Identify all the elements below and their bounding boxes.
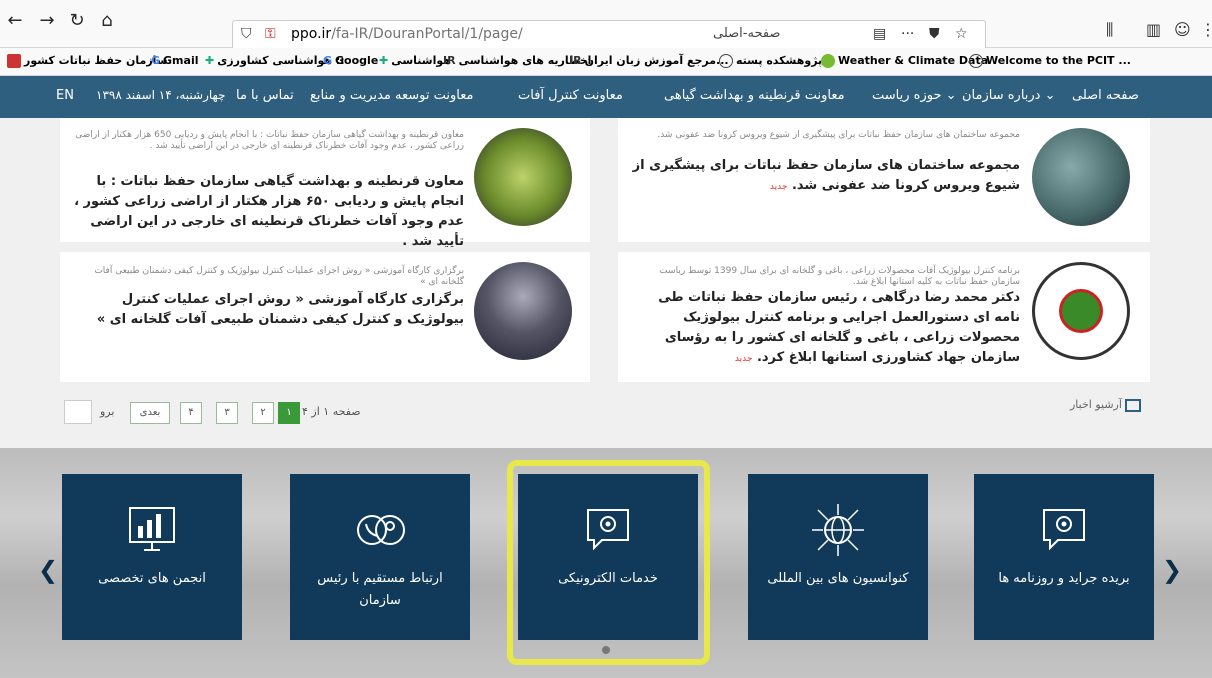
bookmark-star-icon[interactable]: ☆ [955,26,968,42]
news-summary: برنامه کنترل بیولوژیک آفات محصولات زراعی… [659,266,1020,287]
nav-home[interactable]: صفحه اصلی [1072,88,1139,103]
back-arrow-icon[interactable]: ← [2,8,28,34]
bookmark-pistachio[interactable]: پژوهشکده پسته [716,54,822,68]
service-tile-direct-contact[interactable]: ارتباط مستقیم با رئیس سازمان [290,474,470,640]
news-summary: برگزاری کارگاه آموزشی « روش اجرای عملیات… [94,266,464,287]
page-1-button[interactable]: ۱ [278,402,300,424]
home-icon[interactable]: ⌂ [94,8,120,34]
ir-icon: IR [569,54,582,67]
url-text[interactable]: ppo.ir/fa-IR/DouranPortal/1/page/ [291,26,523,42]
news-headline[interactable]: دکتر محمد رضا درگاهی ، رئیس سازمان حفظ ن… [630,288,1020,369]
archive-icon [1125,398,1142,412]
account-icon[interactable]: ☺ [1174,20,1191,39]
current-date: چهارشنبه، ۱۴ اسفند ۱۳۹۸ [96,88,226,102]
news-thumbnail[interactable] [474,128,572,226]
reader-view-icon[interactable]: ▤ [873,26,886,42]
nav-pest-control[interactable]: معاونت کنترل آفات [518,88,623,103]
service-tile-international-conventions[interactable]: کنوانسیون های بین المللی [748,474,928,640]
google-icon: G [151,54,161,67]
menu-icon[interactable]: ⋮ [1200,20,1212,39]
news-summary: معاون قرنطینه و بهداشت گیاهی سازمان حفظ … [75,130,464,151]
news-gear-icon [1043,509,1085,551]
tile-label: انجمن های تخصصی [98,571,206,586]
tile-label: ارتباط مستقیم با رئیس سازمان [317,571,443,608]
news-card[interactable]: برنامه کنترل بیولوژیک آفات محصولات زراعی… [618,252,1150,382]
pocket-icon[interactable]: ⛊ [929,26,940,42]
ir-icon: IR [443,54,456,67]
news-summary: مجموعه ساختمان های سازمان حفظ نباتات برا… [657,130,1020,140]
google-icon: G [323,54,333,67]
news-thumbnail[interactable] [1032,128,1130,226]
carousel-indicator-dot[interactable] [602,646,610,654]
news-section: مجموعه ساختمان های سازمان حفظ نباتات برا… [0,118,1212,448]
bookmark-ppo[interactable]: سازمان حفظ نباتات کشور [4,54,168,68]
tile-label: بریده جراید و روزنامه ها [998,571,1130,586]
lang-switch-en[interactable]: EN [56,88,74,103]
bookmarks-toolbar: سازمان حفظ نباتات کشور G Gmail ✚ هواشناسی … [0,48,1212,76]
page-number-input[interactable] [64,400,92,424]
news-card[interactable]: مجموعه ساختمان های سازمان حفظ نباتات برا… [618,118,1150,242]
next-page-button[interactable]: بعدی [130,402,170,424]
news-card[interactable]: برگزاری کارگاه آموزشی « روش اجرای عملیات… [60,252,590,382]
ppo-logo-thumbnail[interactable] [1032,262,1130,360]
shield-icon[interactable]: ⛉ [241,26,252,42]
bookmark-gmail[interactable]: G Gmail [148,54,199,68]
bookmark-weather-climate[interactable]: Weather & Climate Data [818,54,988,68]
carousel-next-arrow[interactable]: ❯ [1162,556,1182,584]
news-archive-link[interactable]: آرشیو اخبار [1070,398,1142,412]
page-info: صفحه ۱ از ۴ [302,405,361,418]
new-badge: جدید [769,182,788,192]
presentation-chart-icon [129,507,175,551]
new-badge: جدید [734,354,753,364]
library-icon[interactable]: ⫼ [1106,20,1113,40]
news-headline[interactable]: معاون قرنطینه و بهداشت گیاهی سازمان حفظ … [70,172,464,252]
carousel-prev-arrow[interactable]: ❮ [38,556,58,584]
service-tile-specialized-associations[interactable]: انجمن های تخصصی [62,474,242,640]
news-thumbnail[interactable] [474,262,572,360]
globe-icon [969,54,983,68]
browser-toolbar: ← → ↻ ⌂ ⛉ ⚿ ppo.ir/fa-IR/DouranPortal/1/… [0,0,1212,50]
bookmark-language[interactable]: IR مرجع آموزش زبان ایران... [566,54,729,68]
weather-plus-icon: ✚ [379,54,389,67]
insecure-lock-icon[interactable]: ⚿ [265,26,276,42]
nav-about[interactable]: درباره سازمان ⌄ [962,88,1056,103]
globe-icon [719,54,733,68]
bookmark-pcit[interactable]: Welcome to the PCIT ... [966,54,1131,68]
site-navbar: EN چهارشنبه، ۱۴ اسفند ۱۳۹۸ تماس با ما مع… [0,76,1212,118]
weather-icon [821,54,835,68]
page-3-button[interactable]: ۳ [216,402,238,424]
page-actions-icon[interactable]: ··· [901,26,914,42]
nav-contact[interactable]: تماس با ما [236,88,294,103]
nav-quarantine[interactable]: معاونت قرنطینه و بهداشت گیاهی [664,88,845,103]
selection-highlight-frame [507,460,710,665]
address-bar[interactable]: ⛉ ⚿ ppo.ir/fa-IR/DouranPortal/1/page/ صف… [232,20,986,50]
url-page-title[interactable]: صفحه-اصلی [713,26,780,41]
forward-arrow-icon[interactable]: → [34,8,60,34]
nav-presidency[interactable]: حوزه ریاست ⌄ [872,88,957,103]
network-globe-icon [812,504,864,556]
service-tile-press-clippings[interactable]: بریده جراید و روزنامه ها [974,474,1154,640]
news-headline[interactable]: برگزاری کارگاه آموزشی « روش اجرای عملیات… [70,290,464,330]
sidebar-icon[interactable]: ▥ [1146,20,1161,39]
news-headline[interactable]: مجموعه ساختمان های سازمان حفظ نباتات برا… [630,156,1020,197]
weather-plus-icon: ✚ [205,54,215,67]
ppo-logo-icon [7,54,21,68]
reload-icon[interactable]: ↻ [64,8,90,34]
tile-label: کنوانسیون های بین المللی [767,571,909,586]
page-4-button[interactable]: ۴ [180,402,202,424]
phone-contact-icon [357,515,405,545]
nav-management[interactable]: معاونت توسعه مدیریت و منابع [310,88,473,103]
news-card[interactable]: معاون قرنطینه و بهداشت گیاهی سازمان حفظ … [60,118,590,249]
go-button[interactable]: برو [100,405,114,418]
bookmark-google[interactable]: G Google [320,54,378,68]
page-2-button[interactable]: ۲ [252,402,274,424]
